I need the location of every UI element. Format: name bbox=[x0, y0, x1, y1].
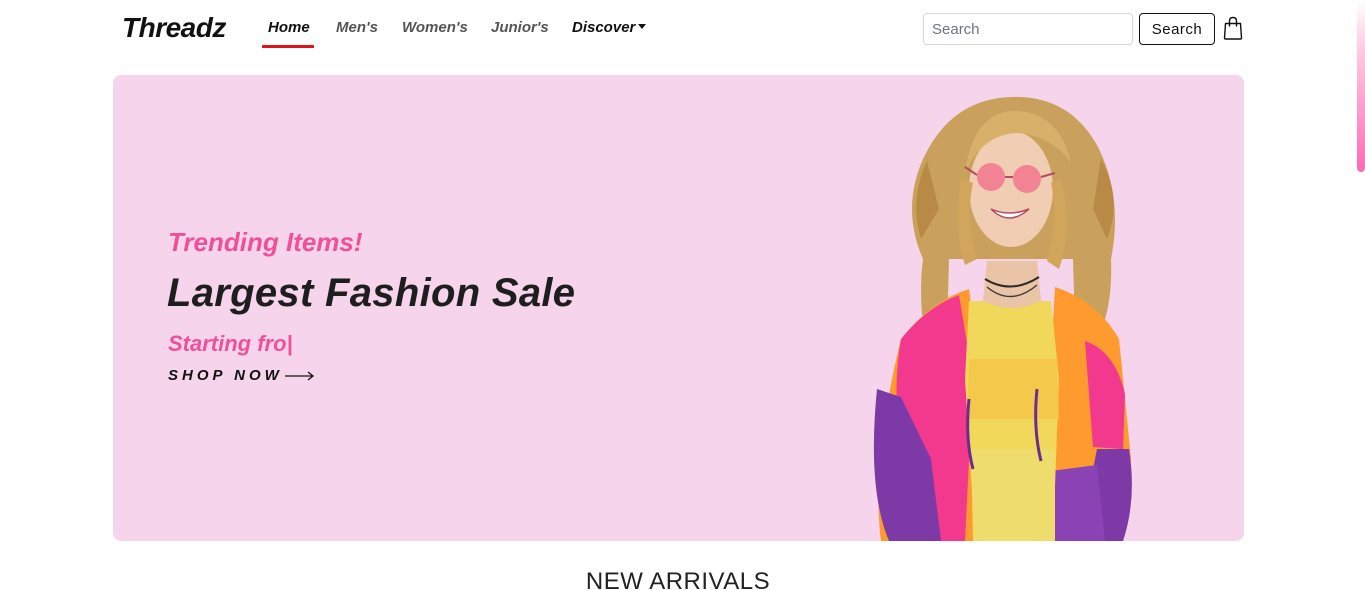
nav-item-juniors[interactable]: Junior's bbox=[491, 19, 549, 36]
new-arrivals-heading: NEW ARRIVALS bbox=[585, 568, 771, 590]
navbar: Threadz Home Men's Women's Junior's Disc… bbox=[0, 0, 1356, 58]
active-nav-underline bbox=[262, 45, 314, 48]
search-button[interactable]: Search bbox=[1139, 13, 1215, 45]
nav-item-home[interactable]: Home bbox=[268, 19, 310, 36]
hero-title: Largest Fashion Sale bbox=[167, 271, 576, 315]
nav-item-mens[interactable]: Men's bbox=[336, 19, 378, 36]
hero-trending-text: Trending Items! bbox=[168, 227, 363, 257]
nav-item-discover[interactable]: Discover bbox=[572, 19, 647, 36]
caret-down-icon bbox=[638, 23, 647, 29]
shop-now-label: SHOP NOW bbox=[168, 367, 283, 384]
hero-model-image bbox=[873, 96, 1132, 541]
search-input[interactable] bbox=[923, 13, 1133, 45]
shop-now-link[interactable]: SHOP NOW bbox=[168, 367, 315, 384]
nav-item-womens[interactable]: Women's bbox=[402, 19, 468, 36]
brand-logo[interactable]: Threadz bbox=[122, 12, 226, 44]
shopping-bag-icon[interactable] bbox=[1223, 16, 1243, 40]
scrollbar-thumb[interactable] bbox=[1357, 0, 1365, 172]
arrow-right-icon bbox=[284, 370, 314, 381]
hero-banner: Trending Items! Largest Fashion Sale Sta… bbox=[113, 75, 1244, 541]
hero-starting-text: Starting fro| bbox=[168, 331, 293, 356]
nav-item-discover-label: Discover bbox=[572, 19, 636, 36]
